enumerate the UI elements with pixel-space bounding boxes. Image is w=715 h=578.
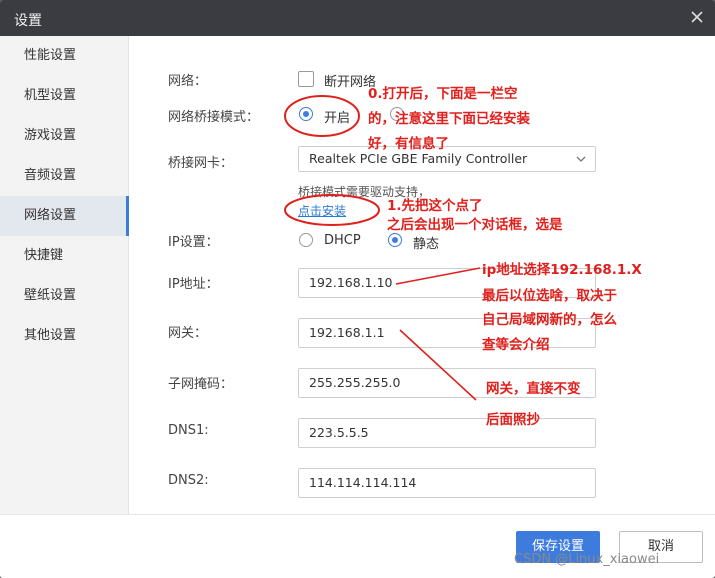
annotation-circle-bridge — [284, 95, 360, 137]
settings-dialog: 设置 性能设置 机型设置 游戏设置 音频设置 网络设置 快捷键 壁纸设置 其他设… — [0, 0, 715, 578]
annotation-step0-line2: 的，注意这里下面已经安装 — [368, 111, 530, 127]
annotation-circle-install — [284, 194, 380, 226]
annotation-ip-line1: ip地址选择192.168.1.X — [482, 262, 642, 278]
annotation-arrow-ip — [395, 267, 481, 285]
annotation-arrow-gateway — [399, 329, 477, 401]
annotation-gateway-line1: 网关，直接不变 — [486, 381, 581, 397]
annotation-ip-line4: 查等会介绍 — [482, 337, 550, 353]
annotation-step1-line2: 之后会出现一个对话框，选是 — [387, 217, 563, 233]
annotation-step1-line1: 1.先把这个点了 — [387, 198, 483, 214]
watermark: CSDN @Linux_xiaowei — [514, 552, 660, 567]
annotation-step0-line1: 0.打开后，下面是一栏空 — [368, 86, 518, 102]
annotation-ip-line3: 自己局域网新的，怎么 — [482, 312, 617, 328]
annotation-ip-line2: 最后以位选啥，取决于 — [482, 288, 617, 304]
annotation-step0-line3: 好，有信息了 — [368, 136, 449, 152]
annotation-gateway-line2: 后面照抄 — [486, 412, 540, 428]
